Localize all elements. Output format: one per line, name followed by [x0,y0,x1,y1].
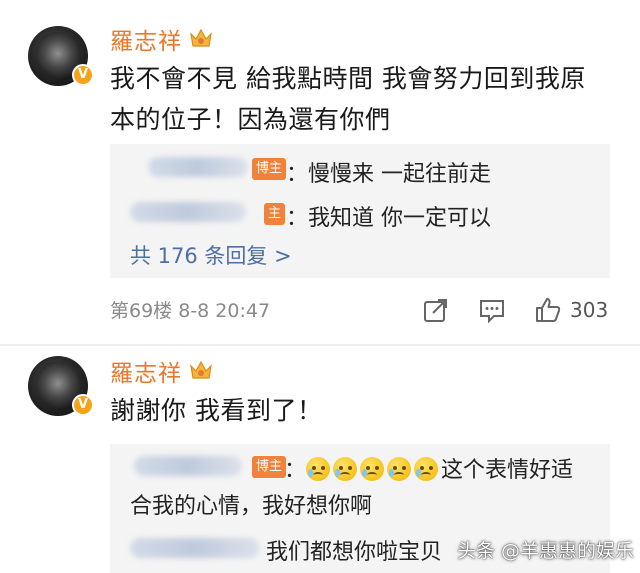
reply-text: ：我知道 你一定可以 [286,206,491,231]
username[interactable]: 羅志祥 [110,22,182,56]
share-icon[interactable] [422,296,450,324]
reply-box: 博主 ：慢慢来 一起往前走 主 ：我知道 你一定可以 共 176 条回复 > [110,144,610,278]
crying-emoji-icon [414,457,439,481]
like-icon[interactable] [534,296,562,324]
crying-emoji-icon [333,457,358,481]
blurred-username [130,538,260,558]
crying-emoji-icon [360,457,385,481]
reply-item[interactable]: 博主 ：慢慢来 一起往前走 [110,144,610,188]
comment-icon[interactable] [478,296,506,324]
blurred-username [134,456,242,476]
author-tag: 博主 [252,456,287,478]
reply-text-line2: 合我的心情，我好想你啊 [130,494,373,519]
like-count: 303 [570,298,609,322]
crying-emoji-icon [387,457,412,481]
verified-badge-icon: V [72,64,94,86]
crown-icon [190,28,212,47]
comment-text: 謝謝你 我看到了！ [110,396,323,425]
crying-emoji-icon [306,457,331,481]
watermark: 头条 @羊惠惠的娱乐 [456,540,634,562]
reply-text: ：慢慢来 一起往前走 [286,162,491,187]
reply-text-line1: ：这个表情好适 [284,457,574,483]
author-tag: 主 [264,203,286,225]
reply-item[interactable]: 博主 ：这个表情好适 合我的心情，我好想你啊 [110,444,610,522]
reply-text: 我们都想你啦宝贝 [266,540,443,565]
blurred-username [148,157,248,177]
blurred-username [130,202,246,222]
username[interactable]: 羅志祥 [110,354,182,388]
reply-item[interactable]: 主 ：我知道 你一定可以 [110,190,610,234]
author-tag: 博主 [252,158,287,180]
comment-footer: 第69楼 8-8 20:47 303 [110,296,620,326]
crown-icon [190,360,212,379]
floor-timestamp: 第69楼 8-8 20:47 [110,300,271,322]
verified-badge-icon: V [72,394,94,416]
more-replies-link[interactable]: 共 176 条回复 > [130,240,292,270]
comment-text: 我不會不見 給我點時間 我會努力回到我原 本的位子！因為還有你們 [110,64,586,134]
divider [0,344,640,346]
